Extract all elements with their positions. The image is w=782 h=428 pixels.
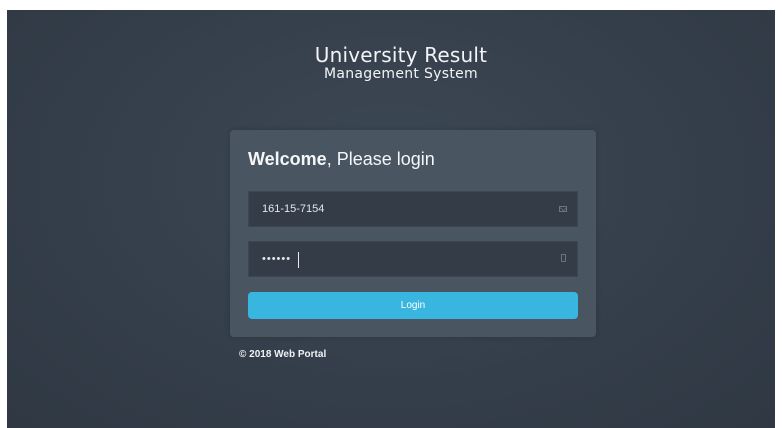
login-screen: University Result Management System Welc… xyxy=(7,10,775,428)
welcome-rest-text: , Please login xyxy=(326,149,435,169)
welcome-bold-text: Welcome xyxy=(248,149,327,169)
login-button[interactable]: Login xyxy=(248,292,578,319)
envelope-icon xyxy=(559,206,567,212)
footer-copyright: © 2018 Web Portal xyxy=(239,349,327,360)
welcome-heading: Welcome, Please login xyxy=(248,149,435,170)
app-title-line-2: Management System xyxy=(324,66,478,82)
password-input[interactable] xyxy=(249,242,562,276)
app-title: University Result Management System xyxy=(7,44,775,82)
lock-icon xyxy=(561,254,566,262)
username-input[interactable] xyxy=(249,192,562,226)
username-field[interactable] xyxy=(248,191,578,227)
text-cursor xyxy=(298,252,299,268)
login-card: Welcome, Please login Login xyxy=(230,130,596,337)
app-title-line-1: University Result xyxy=(314,43,488,67)
password-field[interactable] xyxy=(248,241,578,277)
